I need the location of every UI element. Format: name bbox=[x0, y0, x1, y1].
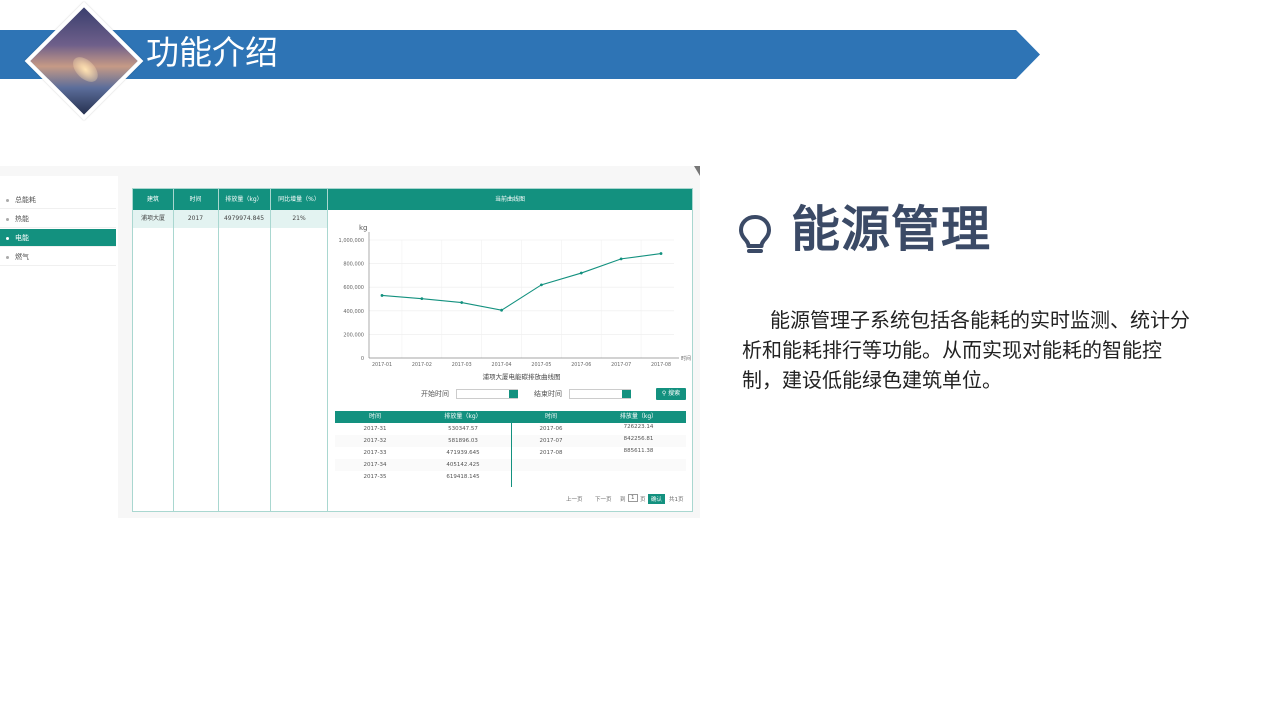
table-cell: 405142.425 bbox=[446, 462, 480, 468]
column-divider bbox=[218, 189, 219, 511]
table-cell: 726223.14 bbox=[623, 424, 654, 430]
section-heading: 能源管理 bbox=[791, 201, 992, 258]
col-time: 时间 bbox=[368, 413, 381, 420]
y-tick-label: 200,000 bbox=[343, 332, 364, 338]
go-to-label: 到 bbox=[620, 497, 626, 503]
data-point bbox=[420, 297, 424, 301]
data-point bbox=[579, 271, 583, 275]
x-tick-label: 2017-03 bbox=[452, 362, 472, 368]
x-tick-label: 2017-02 bbox=[412, 362, 432, 368]
table-row[interactable]: 浦项大厦 2017 4979974.845 21% bbox=[133, 210, 328, 228]
page-input[interactable]: 1 bbox=[628, 494, 638, 502]
detail-table: 时间 排放量（kg） 时间 排放量（kg） 2017-31 530347.57 … bbox=[335, 411, 686, 487]
end-time-label: 结束时间 bbox=[534, 390, 562, 398]
sidebar-item-label: 燃气 bbox=[15, 253, 29, 261]
table-cell: 2017-08 bbox=[539, 450, 563, 456]
data-point bbox=[500, 308, 503, 312]
search-button[interactable]: ⚲ 搜索 bbox=[656, 388, 686, 400]
x-axis-label: 时间 bbox=[681, 355, 691, 362]
col-emission: 排放量（kg） bbox=[444, 413, 482, 420]
confirm-button[interactable]: 确认 bbox=[648, 494, 666, 504]
cell-building: 浦项大厦 bbox=[140, 215, 165, 222]
y-tick-label: 0 bbox=[361, 356, 364, 362]
x-tick-label: 2017-06 bbox=[571, 362, 591, 368]
cell-emission: 4979974.845 bbox=[223, 215, 265, 222]
start-time-label: 开始时间 bbox=[421, 390, 449, 398]
y-tick-label: 400,000 bbox=[343, 309, 364, 315]
x-tick-label: 2017-04 bbox=[492, 362, 512, 368]
table-cell: 2017-07 bbox=[539, 438, 563, 444]
table-cell: 471939.645 bbox=[446, 450, 480, 456]
col-time: 时间 bbox=[544, 413, 557, 420]
data-point bbox=[380, 294, 384, 297]
table-cell: 619418.145 bbox=[446, 474, 480, 480]
search-bar: 开始时间 结束时间 ⚲ 搜索 bbox=[329, 387, 693, 403]
main-panel: 建筑 时间 排放量（kg） 同比增量（%） 浦项大厦 2017 4979974.… bbox=[132, 188, 693, 512]
table-cell: 842256.81 bbox=[623, 436, 654, 442]
data-point bbox=[659, 252, 663, 255]
pagination: 上一页 下一页 到 1 页 确认 共1页 bbox=[563, 493, 689, 505]
y-axis-label: kg bbox=[359, 224, 368, 232]
page-unit-label: 页 bbox=[640, 497, 646, 503]
sidebar-item-label: 热能 bbox=[15, 215, 29, 223]
summary-table-header: 建筑 时间 排放量（kg） 同比增量（%） bbox=[133, 189, 328, 210]
lightbulb-icon bbox=[739, 215, 771, 253]
cell-yoy: 21% bbox=[292, 215, 306, 222]
data-point bbox=[540, 283, 543, 287]
col-building: 建筑 bbox=[146, 196, 159, 203]
column-divider bbox=[270, 189, 271, 511]
y-tick-label: 600,000 bbox=[343, 285, 364, 291]
x-tick-label: 2017-05 bbox=[531, 362, 551, 368]
table-cell: 2017-06 bbox=[539, 426, 563, 432]
y-tick-label: 800,000 bbox=[343, 262, 364, 268]
page-title: 功能介绍 bbox=[146, 33, 278, 72]
section-description: 能源管理子系统包括各能耗的实时监测、统计分析和能耗排行等功能。从而实现对能耗的智… bbox=[742, 308, 1190, 392]
chart-panel-title: 当前曲线图 bbox=[328, 189, 692, 210]
table-cell: 885611.38 bbox=[623, 448, 654, 454]
column-divider bbox=[173, 189, 174, 511]
table-cell: 2017-34 bbox=[363, 462, 387, 468]
prev-page-link[interactable]: 上一页 bbox=[566, 495, 583, 503]
search-button-label: 搜索 bbox=[668, 390, 681, 397]
chart-title: 浦项大厦电能碳排放曲线图 bbox=[483, 372, 561, 380]
sidebar-item-gas[interactable]: 燃气 bbox=[0, 248, 116, 266]
table-cell: 530347.57 bbox=[448, 426, 478, 432]
sidebar-item-total[interactable]: 总能耗 bbox=[0, 191, 116, 209]
x-tick-label: 2017-07 bbox=[611, 362, 631, 368]
emission-line-chart: 0 200,000 400,000 600,000 800,000 1,000,000 kg… bbox=[339, 224, 691, 380]
table-cell: 2017-35 bbox=[363, 474, 387, 480]
sidebar-item-electric[interactable]: 电能 bbox=[0, 229, 116, 247]
calendar-icon[interactable] bbox=[509, 390, 518, 398]
table-cell: 2017-32 bbox=[363, 438, 387, 444]
system-screenshot: 总能耗 热能 电能 燃气 建筑 时间 排放量（kg） 同比增量（%） 浦项大厦 … bbox=[0, 166, 700, 518]
col-emission: 排放量（kg） bbox=[225, 196, 263, 203]
x-tick-label: 2017-01 bbox=[372, 362, 392, 368]
next-page-link[interactable]: 下一页 bbox=[595, 495, 612, 503]
data-point bbox=[460, 301, 464, 304]
col-time: 时间 bbox=[189, 196, 202, 203]
sidebar-item-label: 总能耗 bbox=[15, 196, 36, 204]
sidebar-item-heat[interactable]: 热能 bbox=[0, 210, 116, 228]
table-cell: 2017-33 bbox=[363, 450, 387, 456]
column-divider bbox=[327, 189, 328, 511]
cell-time: 2017 bbox=[187, 215, 204, 222]
data-point bbox=[619, 257, 623, 261]
col-yoy: 同比增量（%） bbox=[278, 196, 320, 203]
sidebar: 总能耗 热能 电能 燃气 bbox=[0, 176, 118, 518]
x-tick-label: 2017-08 bbox=[651, 362, 671, 368]
sidebar-item-label: 电能 bbox=[15, 234, 29, 242]
table-cell: 2017-31 bbox=[363, 426, 387, 432]
header-banner: 功能介绍 bbox=[0, 30, 1040, 79]
y-tick-label: 1,000,000 bbox=[339, 238, 364, 244]
total-pages: 共1页 bbox=[669, 497, 684, 503]
city-photo-diamond bbox=[24, 1, 144, 121]
table-cell: 581896.03 bbox=[448, 438, 478, 444]
calendar-icon[interactable] bbox=[622, 390, 631, 398]
